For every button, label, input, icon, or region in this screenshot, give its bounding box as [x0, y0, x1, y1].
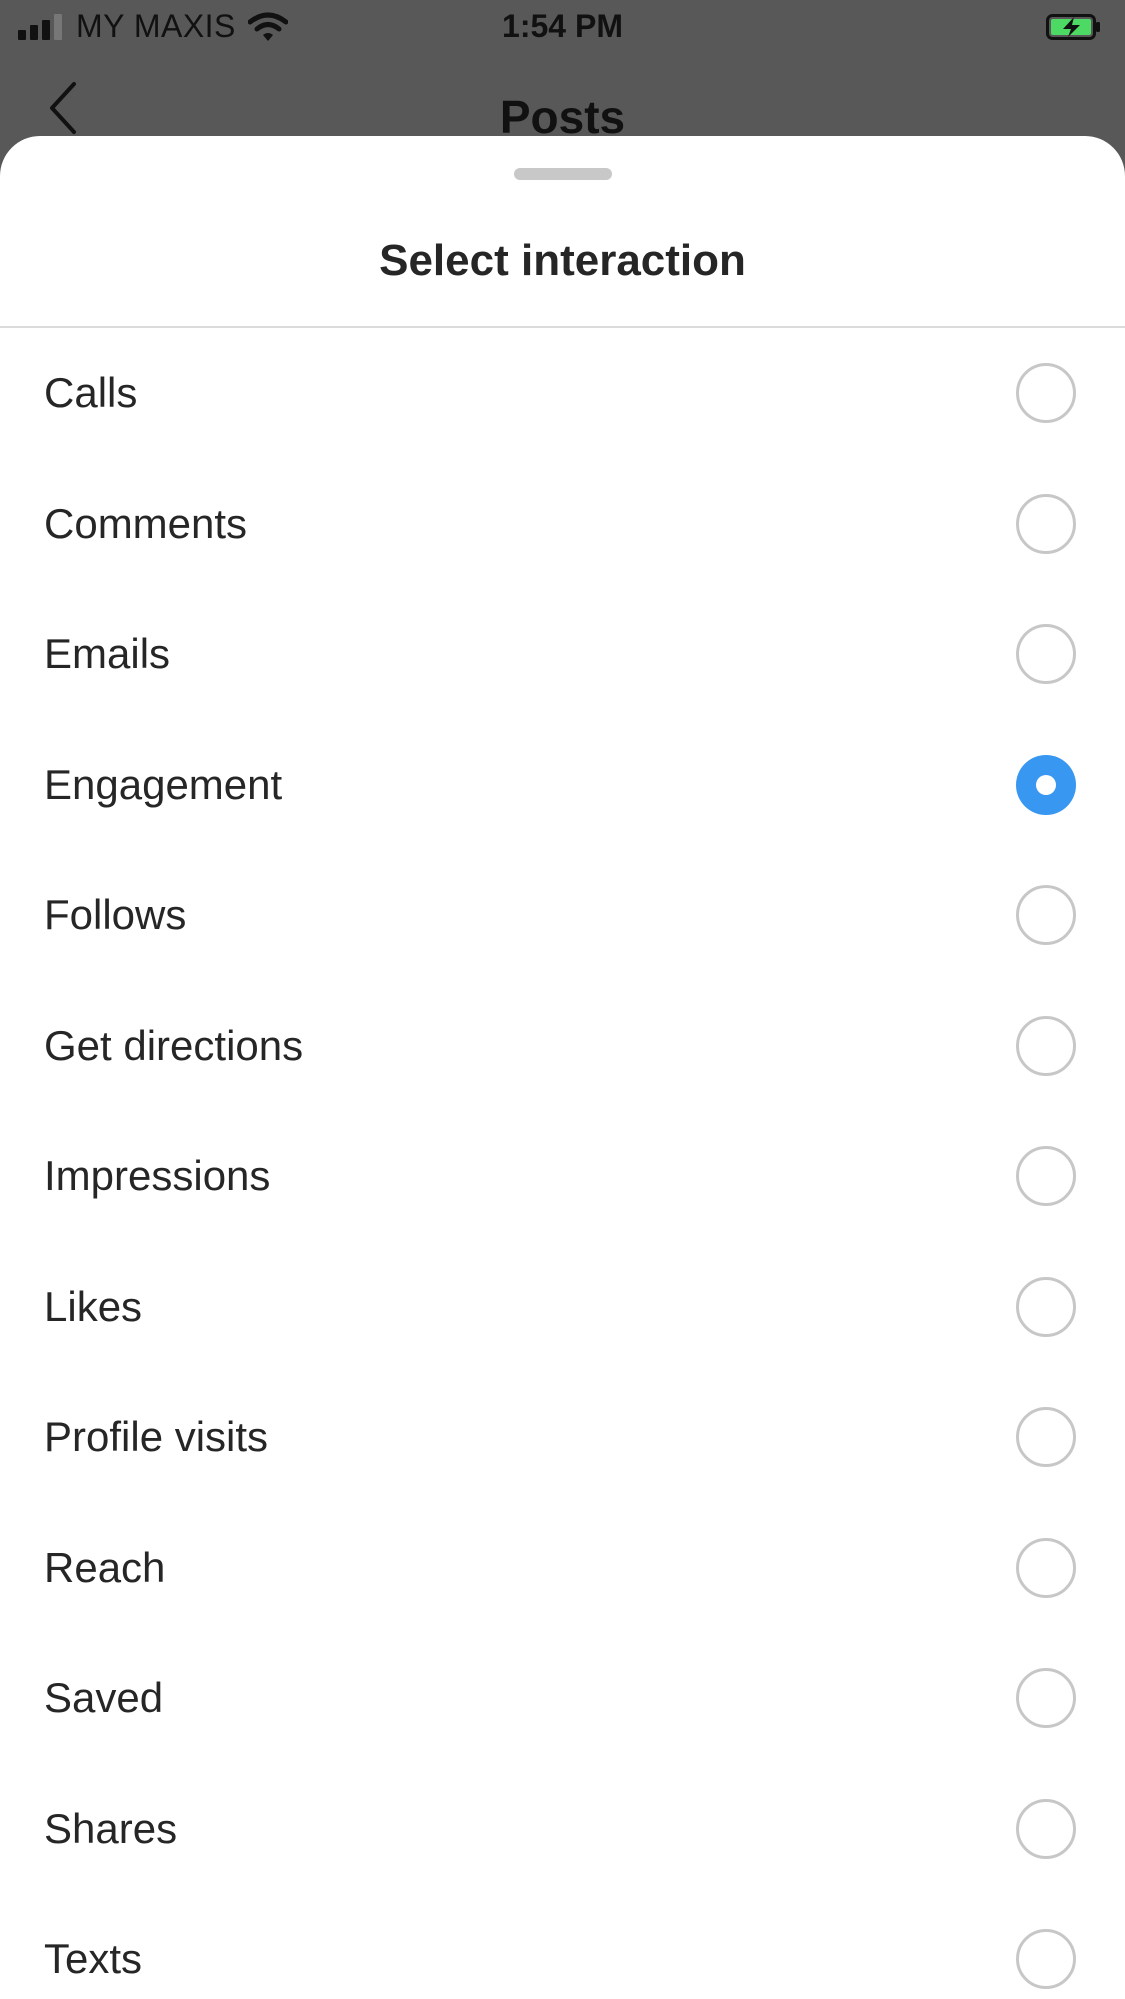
option-profile-visits[interactable]: Profile visits	[0, 1372, 1125, 1503]
status-time: 1:54 PM	[502, 8, 623, 44]
option-comments[interactable]: Comments	[0, 459, 1125, 590]
option-get-directions[interactable]: Get directions	[0, 981, 1125, 1112]
radio-button[interactable]	[1016, 1929, 1076, 1990]
interaction-sheet: Select interaction Calls Comments Emails…	[0, 136, 1125, 1999]
option-label: Impressions	[44, 1152, 271, 1200]
option-label: Reach	[44, 1543, 166, 1591]
option-emails[interactable]: Emails	[0, 589, 1125, 720]
status-bar: MY MAXIS 1:54 PM	[0, 0, 1125, 56]
option-label: Engagement	[44, 760, 283, 808]
option-likes[interactable]: Likes	[0, 1242, 1125, 1373]
option-label: Get directions	[44, 1021, 304, 1069]
option-label: Shares	[44, 1804, 178, 1852]
radio-button[interactable]	[1016, 1407, 1076, 1468]
radio-button[interactable]	[1016, 1798, 1076, 1859]
radio-button[interactable]	[1016, 885, 1076, 946]
option-label: Follows	[44, 891, 187, 939]
option-reach[interactable]: Reach	[0, 1503, 1125, 1634]
option-shares[interactable]: Shares	[0, 1764, 1125, 1895]
radio-button[interactable]	[1016, 1146, 1076, 1207]
radio-button[interactable]	[1016, 493, 1076, 554]
option-label: Texts	[44, 1935, 143, 1983]
sheet-title: Select interaction	[379, 236, 746, 285]
nav-bar: Posts	[0, 60, 1125, 143]
radio-button[interactable]	[1016, 1537, 1076, 1598]
option-impressions[interactable]: Impressions	[0, 1111, 1125, 1242]
option-follows[interactable]: Follows	[0, 850, 1125, 981]
option-saved[interactable]: Saved	[0, 1633, 1125, 1764]
option-label: Emails	[44, 630, 171, 678]
radio-button[interactable]	[1016, 1668, 1076, 1729]
option-engagement[interactable]: Engagement	[0, 720, 1125, 851]
option-label: Calls	[44, 369, 138, 417]
radio-button[interactable]	[1016, 1015, 1076, 1076]
sheet-grabber-handle[interactable]	[514, 168, 612, 180]
interaction-options-list: Calls Comments Emails Engagement Follows…	[0, 328, 1125, 1999]
option-label: Likes	[44, 1282, 143, 1330]
option-label: Saved	[44, 1674, 164, 1722]
radio-button[interactable]	[1016, 363, 1076, 424]
option-calls[interactable]: Calls	[0, 328, 1125, 459]
option-texts[interactable]: Texts	[0, 1894, 1125, 1999]
radio-button-selected[interactable]	[1016, 754, 1076, 815]
radio-button[interactable]	[1016, 624, 1076, 685]
option-label: Comments	[44, 499, 248, 547]
battery-charging-icon	[1046, 14, 1100, 40]
radio-button[interactable]	[1016, 1276, 1076, 1337]
option-label: Profile visits	[44, 1413, 269, 1461]
screen: MY MAXIS 1:54 PM Posts Select interactio…	[0, 0, 1125, 1999]
